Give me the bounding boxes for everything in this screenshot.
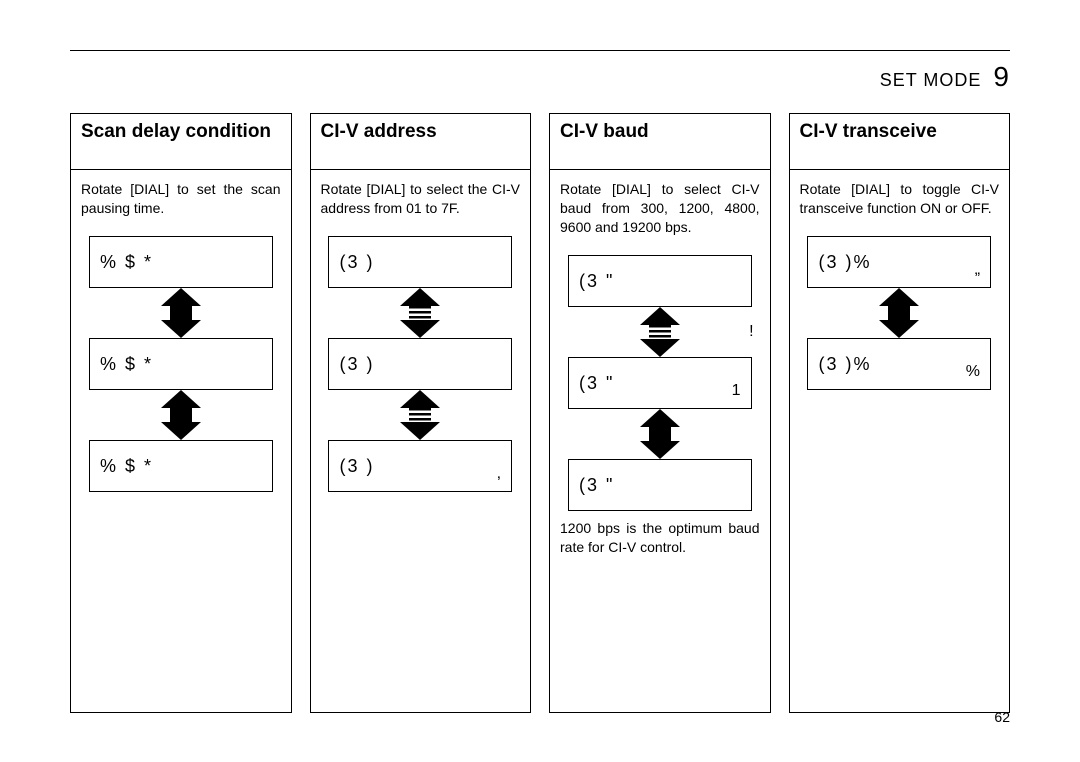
option-label: (3 )% <box>818 250 871 274</box>
arrow-updown-icon <box>161 288 201 338</box>
page: SET MODE 9 Scan delay condition Rotate [… <box>0 0 1080 743</box>
option-label: (3 ) <box>339 352 374 376</box>
col-body: Rotate [DIAL] to select the CI-V address… <box>311 170 531 712</box>
col-title: Scan delay condition <box>71 114 291 170</box>
option-box: (3 )% „ <box>807 236 991 288</box>
option-value: % <box>966 361 980 383</box>
arrow-updown-stripe-icon <box>400 288 440 338</box>
option-box: (3 " <box>568 459 752 511</box>
col-desc: Rotate [DIAL] to set the scan pausing ti… <box>81 180 281 218</box>
col-title: CI-V address <box>311 114 531 170</box>
arrow-side-label: ! <box>749 321 753 343</box>
col-civ-address: CI-V address Rotate [DIAL] to select the… <box>310 113 532 713</box>
col-title: CI-V transceive <box>790 114 1010 170</box>
col-note: 1200 bps is the optimum baud rate for CI… <box>560 519 760 557</box>
option-stack: % $ * % $ * % $ * <box>81 236 281 492</box>
option-box: % $ * <box>89 338 273 390</box>
col-civ-transceive: CI-V transceive Rotate [DIAL] to toggle … <box>789 113 1011 713</box>
option-stack: (3 ) (3 ) (3 ) , <box>321 236 521 492</box>
arrow-updown-stripe-icon: ! <box>568 307 752 357</box>
arrow-updown-icon <box>161 390 201 440</box>
col-body: Rotate [DIAL] to select CI-V baud from 3… <box>550 170 770 712</box>
chapter-number: 9 <box>993 61 1010 92</box>
arrow-updown-stripe-icon <box>400 390 440 440</box>
option-label: (3 " <box>579 371 614 395</box>
option-stack: (3 " ! (3 " 1 (3 " <box>560 255 760 511</box>
option-box: % $ * <box>89 236 273 288</box>
option-stack: (3 )% „ (3 )% % <box>800 236 1000 390</box>
top-rule <box>70 50 1010 51</box>
columns-container: Scan delay condition Rotate [DIAL] to se… <box>70 113 1010 713</box>
col-desc: Rotate [DIAL] to toggle CI-V transceive … <box>800 180 1000 218</box>
option-box: (3 ) <box>328 338 512 390</box>
option-label: (3 ) <box>339 250 374 274</box>
option-label: % $ * <box>100 250 153 274</box>
option-value: , <box>497 463 501 485</box>
option-value: 1 <box>732 380 741 402</box>
option-box: (3 " <box>568 255 752 307</box>
col-civ-baud: CI-V baud Rotate [DIAL] to select CI-V b… <box>549 113 771 713</box>
col-desc: Rotate [DIAL] to select the CI-V address… <box>321 180 521 218</box>
option-value: „ <box>975 259 980 281</box>
page-header: SET MODE 9 <box>70 61 1010 113</box>
option-label: % $ * <box>100 454 153 478</box>
option-box: (3 ) <box>328 236 512 288</box>
page-number: 62 <box>994 709 1010 725</box>
col-desc: Rotate [DIAL] to select CI-V baud from 3… <box>560 180 760 237</box>
section-title: SET MODE <box>880 70 982 90</box>
col-body: Rotate [DIAL] to set the scan pausing ti… <box>71 170 291 712</box>
option-box: (3 )% % <box>807 338 991 390</box>
option-label: (3 " <box>579 473 614 497</box>
option-box: (3 ) , <box>328 440 512 492</box>
col-scan-delay: Scan delay condition Rotate [DIAL] to se… <box>70 113 292 713</box>
col-body: Rotate [DIAL] to toggle CI-V transceive … <box>790 170 1010 712</box>
option-label: (3 " <box>579 269 614 293</box>
option-label: (3 )% <box>818 352 871 376</box>
option-label: % $ * <box>100 352 153 376</box>
option-box: (3 " 1 <box>568 357 752 409</box>
arrow-updown-icon <box>879 288 919 338</box>
option-label: (3 ) <box>339 454 374 478</box>
option-box: % $ * <box>89 440 273 492</box>
col-title: CI-V baud <box>550 114 770 170</box>
arrow-updown-icon <box>640 409 680 459</box>
